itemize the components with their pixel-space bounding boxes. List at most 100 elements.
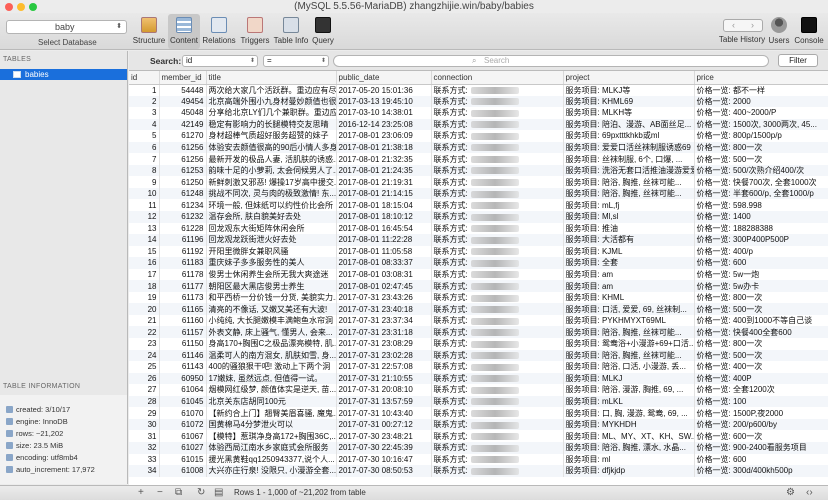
table-cell-title[interactable]: 新鲜刺激又邪恶! 爆操17岁高中援交... bbox=[206, 176, 337, 188]
table-cell-project[interactable]: 服务项目: 爱爱口活丝袜制服诱惑69 bbox=[563, 141, 695, 154]
table-cell-id[interactable]: 15 bbox=[129, 245, 160, 258]
table-cell-id[interactable]: 23 bbox=[129, 338, 160, 350]
table-cell-id[interactable]: 3 bbox=[129, 107, 160, 119]
table-row[interactable]: 8 61253 韵味十足的小萝莉, 太会伺候男人了... 2017-08-01 21:… bbox=[129, 164, 828, 177]
table-cell-member-id[interactable]: 61008 bbox=[159, 465, 207, 477]
table-cell-connection[interactable]: 联系方式: bbox=[431, 395, 564, 408]
table-cell-project[interactable]: 服务项目: 陪泊、漫游、AB面丝足... bbox=[563, 118, 695, 131]
table-cell-price[interactable]: 价格一览: 快餐700次, 全套1000次 bbox=[694, 176, 828, 188]
table-cell-member-id[interactable]: 61250 bbox=[159, 176, 207, 188]
table-cell-public-date[interactable]: 2017-08-01 18:15:04 bbox=[336, 199, 432, 212]
table-cell-project[interactable]: 服务项目: 大活都有 bbox=[563, 234, 695, 246]
table-cell-price[interactable]: 价格一览: 100 bbox=[694, 395, 828, 408]
table-cell-price[interactable]: 价格一览: 800p/1500p/p bbox=[694, 130, 828, 142]
table-cell-public-date[interactable]: 2017-07-31 10:43:40 bbox=[336, 407, 432, 419]
table-cell-price[interactable]: 价格一览: 400/p bbox=[694, 245, 828, 258]
table-cell-connection[interactable]: 联系方式: bbox=[431, 372, 564, 385]
table-cell-title[interactable]: 体验西局江南水乡家庭式会所服务 bbox=[206, 441, 337, 454]
table-cell-project[interactable]: 服务项目: 洗浴无套口活推油漫游爱爱 bbox=[563, 164, 695, 177]
table-cell-title[interactable]: 【模特】惹琪净身高172+胸围36C,... bbox=[206, 430, 337, 442]
table-cell-public-date[interactable]: 2017-08-01 21:32:35 bbox=[336, 153, 432, 165]
table-cell-title[interactable]: 国黄棉马4分梦泄火可以 bbox=[206, 418, 337, 431]
structure-button[interactable]: Structure bbox=[132, 14, 166, 49]
table-row[interactable]: 17 61178 俊男士休闲养生会所无我大爽途迷 2017-08-01 03:08:3… bbox=[129, 268, 828, 281]
table-cell-member-id[interactable]: 61253 bbox=[159, 164, 207, 177]
table-row[interactable]: 6 61256 体验安去颜值很高的90后小情人多身... 2017-08-01 21:… bbox=[129, 141, 828, 154]
table-cell-price[interactable]: 价格一览: 都不一样 bbox=[694, 84, 828, 96]
table-row[interactable]: 3 45048 分享给北京LY们几个兼职群。重边应... 2017-03-10 14:… bbox=[129, 107, 828, 119]
table-cell-public-date[interactable]: 2017-07-31 22:57:08 bbox=[336, 361, 432, 373]
table-cell-member-id[interactable]: 61183 bbox=[159, 257, 207, 269]
table-cell-id[interactable]: 18 bbox=[129, 280, 160, 292]
table-row[interactable]: 14 61196 回龙观龙跃街泄火好去处 2017-08-01 11:22:28 联系方… bbox=[129, 234, 828, 246]
table-cell-price[interactable]: 价格一览: 快餐400全套600 bbox=[694, 326, 828, 339]
table-cell-price[interactable]: 价格一览: 全套1200次 bbox=[694, 384, 828, 396]
table-cell-project[interactable]: 服务项目: 陪浴, 口活, 小漫游, 丢... bbox=[563, 361, 695, 373]
column-header-public-date[interactable]: public_date bbox=[336, 71, 432, 85]
table-cell-connection[interactable]: 联系方式: bbox=[431, 84, 564, 96]
table-cell-title[interactable]: 北京高端外围小九身材曼妙颜值也很贵 bbox=[206, 95, 337, 108]
table-cell-public-date[interactable]: 2017-08-01 16:45:54 bbox=[336, 222, 432, 235]
pagination-icon[interactable]: ‹› bbox=[806, 487, 813, 498]
delete-row-button[interactable]: − bbox=[157, 487, 163, 498]
table-cell-id[interactable]: 9 bbox=[129, 176, 160, 188]
table-cell-title[interactable]: 分享给北京LY们几个兼职群。重边应... bbox=[206, 107, 337, 119]
refresh-icon[interactable]: ↻ bbox=[197, 487, 205, 498]
table-cell-price[interactable]: 价格一览: 300P400P500P bbox=[694, 234, 828, 246]
table-cell-member-id[interactable]: 61232 bbox=[159, 211, 207, 223]
table-cell-price[interactable]: 价格一览: 500一次 bbox=[694, 303, 828, 315]
table-cell-title[interactable]: 400的骚狼狠干吧! 激动上下两个洞 bbox=[206, 361, 337, 373]
table-row[interactable]: 23 61150 身高170+胸围C之极品漂亮模特, 肌... 2017-07-31 … bbox=[129, 338, 828, 350]
table-cell-project[interactable]: 服务项目: KHML bbox=[563, 291, 695, 304]
table-cell-id[interactable]: 1 bbox=[129, 84, 160, 96]
table-cell-price[interactable]: 价格一览: 800一次 bbox=[694, 141, 828, 154]
table-cell-price[interactable]: 价格一览: 900-2400看服务项目 bbox=[694, 441, 828, 454]
table-row[interactable]: 32 61027 体验西局江南水乡家庭式会所服务 2017-07-30 22:45:3… bbox=[129, 441, 828, 454]
table-cell-connection[interactable]: 联系方式: bbox=[431, 187, 564, 200]
field-select[interactable]: id ⬍ bbox=[182, 55, 258, 67]
table-cell-member-id[interactable]: 49454 bbox=[159, 95, 207, 108]
table-cell-project[interactable]: 服务项目: MYKHDH bbox=[563, 418, 695, 431]
table-cell-price[interactable]: 价格一览: 600 bbox=[694, 257, 828, 269]
table-cell-connection[interactable]: 联系方式: bbox=[431, 361, 564, 373]
table-cell-id[interactable]: 6 bbox=[129, 141, 160, 154]
table-cell-member-id[interactable]: 61143 bbox=[159, 361, 207, 373]
table-cell-id[interactable]: 19 bbox=[129, 291, 160, 304]
table-cell-connection[interactable]: 联系方式: bbox=[431, 441, 564, 454]
table-cell-public-date[interactable]: 2017-03-13 19:45:10 bbox=[336, 95, 432, 108]
table-cell-connection[interactable]: 联系方式: bbox=[431, 211, 564, 223]
table-cell-member-id[interactable]: 61064 bbox=[159, 384, 207, 396]
table-row[interactable]: 18 61177 朝阳区最大黑店俊男士养生 2017-08-01 02:47:45 联系… bbox=[129, 280, 828, 292]
table-row[interactable]: 30 61072 国黄棉马4分梦泄火可以 2017-07-31 00:27:12 联系方… bbox=[129, 418, 828, 431]
table-cell-project[interactable]: 服务项目: dfjkjdp bbox=[563, 465, 695, 477]
table-cell-member-id[interactable]: 61177 bbox=[159, 280, 207, 292]
table-cell-connection[interactable]: 联系方式: bbox=[431, 130, 564, 142]
table-cell-connection[interactable]: 联系方式: bbox=[431, 314, 564, 327]
table-row[interactable]: 22 61157 外表文静, 床上骚气, 懂男人, 会来... 2017-07-31 … bbox=[129, 326, 828, 339]
table-cell-project[interactable]: 服务项目: MLKJ等 bbox=[563, 84, 695, 96]
table-row[interactable]: 34 61008 大兴亦庄行泉! 没限只, 小漫游全套... 2017-07-30 0… bbox=[129, 465, 828, 477]
table-cell-id[interactable]: 24 bbox=[129, 349, 160, 362]
table-cell-member-id[interactable]: 61160 bbox=[159, 314, 207, 327]
table-cell-id[interactable]: 17 bbox=[129, 268, 160, 281]
relations-button[interactable]: Relations bbox=[202, 14, 236, 49]
table-cell-title[interactable]: 体验安去颜值很高的90后小情人多身... bbox=[206, 141, 337, 154]
table-cell-member-id[interactable]: 61165 bbox=[159, 303, 207, 315]
table-cell-title[interactable]: 北京关东店胡同100元 bbox=[206, 395, 337, 408]
table-cell-title[interactable]: 最新开发的极品人妻, 活肌肤的诱惑... bbox=[206, 153, 337, 165]
table-row[interactable]: 15 61192 开阳里微胖女兼职风骚 2017-08-01 11:05:58 联系方式… bbox=[129, 245, 828, 258]
table-cell-id[interactable]: 7 bbox=[129, 153, 160, 165]
table-cell-id[interactable]: 29 bbox=[129, 407, 160, 419]
query-button[interactable]: Query bbox=[310, 14, 336, 49]
table-cell-project[interactable]: 服务项目: 口活, 爱爱, 69, 丝袜制... bbox=[563, 303, 695, 315]
table-row[interactable]: 9 61250 新鲜刺激又邪恶! 爆操17岁高中援交... 2017-08-01 21… bbox=[129, 176, 828, 188]
table-cell-connection[interactable]: 联系方式: bbox=[431, 280, 564, 292]
table-cell-price[interactable]: 价格一览: 200/p600/by bbox=[694, 418, 828, 431]
table-cell-price[interactable]: 价格一览: 1500P,夜2000 bbox=[694, 407, 828, 419]
table-cell-connection[interactable]: 联系方式: bbox=[431, 291, 564, 304]
table-row[interactable]: 4 42149 稳定有影响力的长腿模特交友思晴 2016-12-14 23:25:08… bbox=[129, 118, 828, 131]
table-row[interactable]: 26 60950 17嫩妹, 虽然远点, 但值得一试。 2017-07-31 21:1… bbox=[129, 372, 828, 385]
table-cell-title[interactable]: 挑战不同次, 灵与肉的极致激情! 东... bbox=[206, 187, 337, 200]
zoom-window-button[interactable] bbox=[29, 3, 37, 11]
table-cell-id[interactable]: 20 bbox=[129, 303, 160, 315]
